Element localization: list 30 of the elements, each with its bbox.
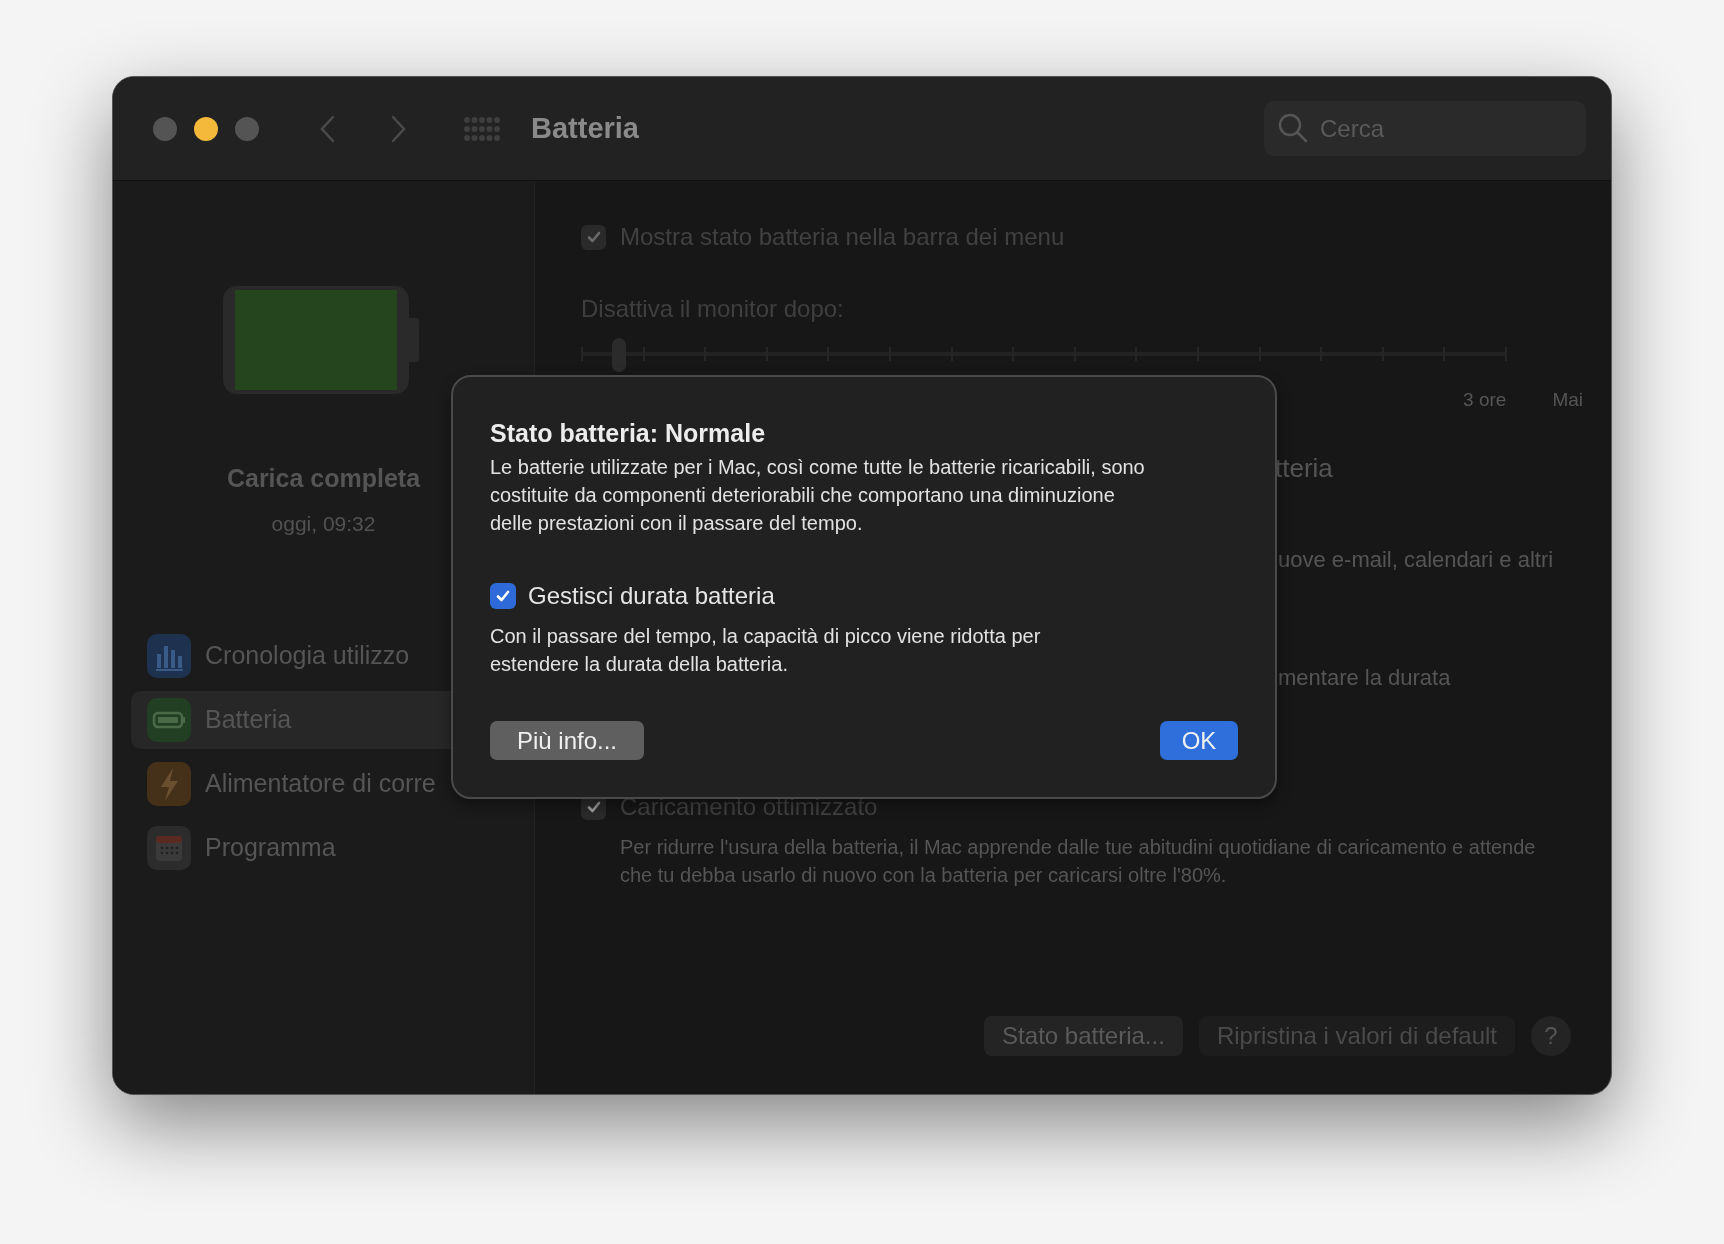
grid-icon[interactable]: [463, 115, 501, 142]
calendar-icon: [147, 826, 191, 870]
description-text: Per ridurre l'usura della batteria, il Mac apprende dalle tue abitudini quotidiane di caricamento e attende che tu debba usarlo di nuovo con la batteria per caricarsi oltre l'80%.: [620, 835, 1537, 888]
window-title: Batteria: [531, 110, 639, 146]
description-text: mentare la durata: [1278, 663, 1451, 692]
tick-label: Mai: [1552, 388, 1583, 410]
checkmark-icon: [585, 229, 602, 245]
forward-icon[interactable]: [391, 114, 407, 143]
chart-icon: [147, 634, 191, 678]
close-button[interactable]: [153, 116, 177, 141]
dialog-title: Stato batteria: Normale: [490, 418, 767, 445]
back-icon[interactable]: [319, 114, 335, 143]
dialog-button[interactable]: OK: [1160, 721, 1238, 760]
charge-status: Carica completa: [226, 463, 421, 494]
checkbox-label: Gestisci durata batteria: [528, 581, 775, 611]
lightning-icon: [147, 762, 191, 806]
help-button[interactable]: ?: [1531, 1016, 1571, 1056]
checkmark-icon: [495, 588, 511, 604]
checkbox[interactable]: [490, 583, 516, 609]
tick-label: 3 ore: [1463, 388, 1507, 410]
dialog-message: Le batterie utilizzate per i Mac, così come tutte le batterie ricaricabili, sono costituite da componenti deteriorabili che comportano una diminuzione delle prestazioni con il passare del tempo.: [490, 455, 1146, 536]
battery-icon: [147, 698, 191, 742]
description-text: uove e-mail, calendari e altri: [1278, 545, 1554, 574]
checkmark-icon: [585, 799, 602, 815]
section-heading: tteria: [1275, 451, 1333, 485]
zoom-button[interactable]: [235, 116, 259, 141]
minimize-button[interactable]: [194, 116, 218, 141]
checkbox[interactable]: [581, 224, 606, 250]
dialog-button[interactable]: Più info...: [490, 721, 644, 760]
search-icon: [1278, 113, 1308, 143]
